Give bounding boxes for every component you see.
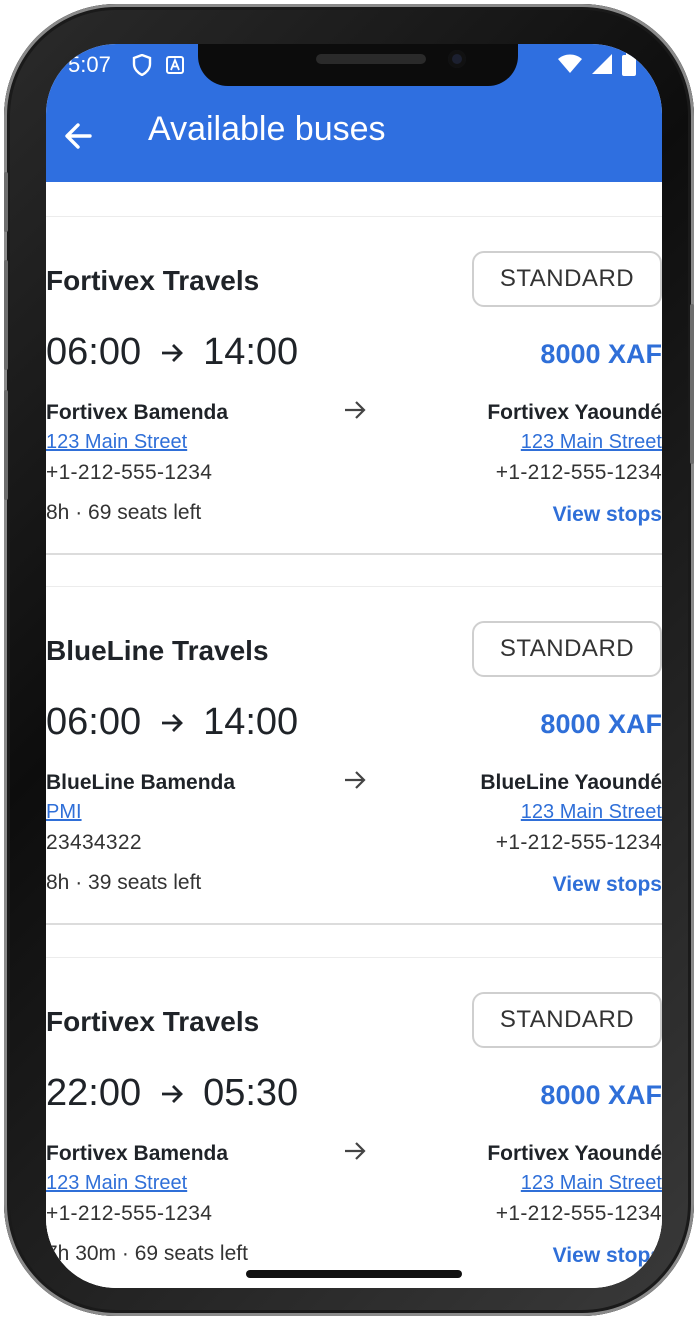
operator-name: Fortivex Travels: [46, 1006, 260, 1037]
fare-price: 8000 XAF: [540, 1080, 662, 1110]
trip-meta: 8h · 69 seats left: [46, 501, 202, 524]
screen: 5:07 Available buses Fortivex Travels ST…: [46, 44, 662, 1288]
operator-name: Fortivex Travels: [46, 265, 260, 296]
class-badge[interactable]: STANDARD: [472, 992, 662, 1048]
arrow-right-icon: [162, 343, 184, 362]
front-camera: [448, 50, 466, 68]
origin-station: BlueLine Bamenda: [46, 771, 236, 794]
signal-icon: [592, 54, 612, 74]
font-a-icon: [166, 56, 184, 74]
origin-phone: 23434322: [46, 831, 142, 854]
fare-price: 8000 XAF: [540, 709, 662, 739]
origin-station: Fortivex Bamenda: [46, 1142, 229, 1165]
trip-meta: 8h · 39 seats left: [46, 871, 202, 894]
view-stops-link[interactable]: View stops: [553, 873, 662, 897]
app-bar: 5:07 Available buses: [46, 44, 662, 182]
speaker: [316, 54, 426, 64]
arrow-right-icon: [345, 1142, 366, 1160]
arrival-time: 14:00: [203, 701, 299, 743]
schedule: 22:00 05:30: [46, 1072, 298, 1115]
departure-time: 22:00: [46, 1072, 142, 1114]
volume-down-button: [4, 390, 8, 500]
destination-address-link[interactable]: 123 Main Street: [521, 801, 662, 824]
phone-frame: 5:07 Available buses Fortivex Travels ST…: [4, 4, 694, 1316]
arrow-left-icon[interactable]: [60, 116, 100, 156]
origin-phone: +1-212-555-1234: [46, 461, 213, 484]
arrow-right-icon: [345, 401, 366, 419]
destination-phone: +1-212-555-1234: [495, 1202, 662, 1225]
wifi-icon: [558, 54, 582, 73]
bus-list[interactable]: Fortivex Travels STANDARD 06:00 14:00 80…: [46, 182, 662, 1288]
bus-card[interactable]: Fortivex Travels STANDARD 06:00 14:00 80…: [46, 216, 662, 555]
battery-icon: [622, 52, 636, 76]
destination-phone: +1-212-555-1234: [495, 461, 662, 484]
mute-switch: [4, 172, 8, 232]
arrow-right-icon: [162, 713, 184, 732]
class-badge[interactable]: STANDARD: [472, 621, 662, 677]
destination-address-link[interactable]: 123 Main Street: [521, 1172, 662, 1195]
volume-up-button: [4, 260, 8, 370]
arrow-right-icon: [162, 1084, 184, 1103]
page-title: Available buses: [148, 110, 386, 148]
schedule: 06:00 14:00: [46, 701, 298, 744]
schedule: 06:00 14:00: [46, 331, 298, 374]
destination-station: Fortivex Yaoundé: [487, 401, 662, 424]
arrival-time: 14:00: [203, 331, 299, 373]
shield-icon: [132, 54, 152, 76]
origin-address-link[interactable]: PMI: [46, 801, 82, 824]
origin-phone: +1-212-555-1234: [46, 1202, 213, 1225]
class-badge[interactable]: STANDARD: [472, 251, 662, 307]
view-stops-link[interactable]: View stops: [553, 503, 662, 527]
trip-meta: 7h 30m · 69 seats left: [46, 1242, 248, 1265]
home-indicator[interactable]: [246, 1270, 462, 1278]
origin-station: Fortivex Bamenda: [46, 401, 229, 424]
departure-time: 06:00: [46, 701, 142, 743]
operator-name: BlueLine Travels: [46, 635, 269, 666]
origin-address-link[interactable]: 123 Main Street: [46, 1172, 187, 1195]
notch: [198, 44, 518, 86]
status-icons-left: [132, 54, 184, 76]
origin-address-link[interactable]: 123 Main Street: [46, 431, 187, 454]
destination-station: Fortivex Yaoundé: [487, 1142, 662, 1165]
bus-card[interactable]: Fortivex Travels STANDARD 22:00 05:30 80…: [46, 957, 662, 1288]
destination-address-link[interactable]: 123 Main Street: [521, 431, 662, 454]
fare-price: 8000 XAF: [540, 339, 662, 369]
power-button: [690, 304, 694, 464]
arrow-right-icon: [345, 771, 366, 789]
arrival-time: 05:30: [203, 1072, 299, 1114]
view-stops-link[interactable]: View stops: [553, 1244, 662, 1268]
destination-phone: +1-212-555-1234: [495, 831, 662, 854]
status-icons-right: [558, 52, 636, 76]
status-time: 5:07: [68, 52, 111, 77]
departure-time: 06:00: [46, 331, 142, 373]
bus-card[interactable]: BlueLine Travels STANDARD 06:00 14:00 80…: [46, 586, 662, 925]
destination-station: BlueLine Yaoundé: [480, 771, 662, 794]
